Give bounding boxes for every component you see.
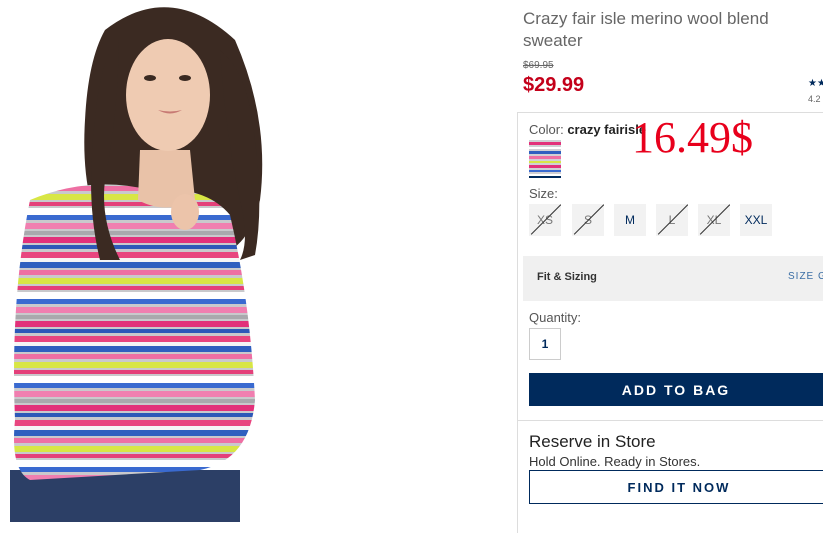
- size-option-m[interactable]: M: [614, 204, 646, 236]
- size-option-xxl[interactable]: XXL: [740, 204, 772, 236]
- size-label: Size:: [529, 186, 558, 201]
- color-swatch[interactable]: [529, 140, 561, 178]
- size-option-xs[interactable]: XS: [529, 204, 561, 236]
- product-title: Crazy fair isle merino wool blend sweate…: [523, 9, 769, 50]
- sale-price: $29.99: [523, 74, 585, 96]
- rating-stars[interactable]: ★★: [808, 78, 823, 89]
- model-photo: [10, 7, 263, 522]
- product-image[interactable]: [0, 0, 380, 522]
- fit-sizing-row[interactable]: Fit & Sizing SIZE GUIDE: [523, 256, 823, 301]
- reserve-subtitle: Hold Online. Ready in Stores.: [529, 454, 701, 469]
- original-price: $69.95: [523, 60, 554, 71]
- rating-value: 4.2: [808, 94, 821, 104]
- color-label: Color: crazy fairisle: [529, 122, 646, 137]
- swatch-pattern: [529, 140, 561, 174]
- size-option-l[interactable]: L: [656, 204, 688, 236]
- add-to-bag-button[interactable]: ADD TO BAG: [529, 373, 823, 406]
- size-guide-link[interactable]: SIZE GUIDE: [788, 271, 823, 282]
- color-label-text: Color:: [529, 122, 564, 137]
- reserve-title: Reserve in Store: [529, 432, 656, 451]
- size-option-xl[interactable]: XL: [698, 204, 730, 236]
- quantity-input[interactable]: 1: [529, 328, 561, 360]
- fit-sizing-label: Fit & Sizing: [537, 271, 597, 283]
- size-option-s[interactable]: S: [572, 204, 604, 236]
- find-it-now-button[interactable]: FIND IT NOW: [529, 470, 823, 504]
- quantity-label: Quantity:: [529, 310, 582, 325]
- price-annotation: 16.49$: [632, 113, 753, 162]
